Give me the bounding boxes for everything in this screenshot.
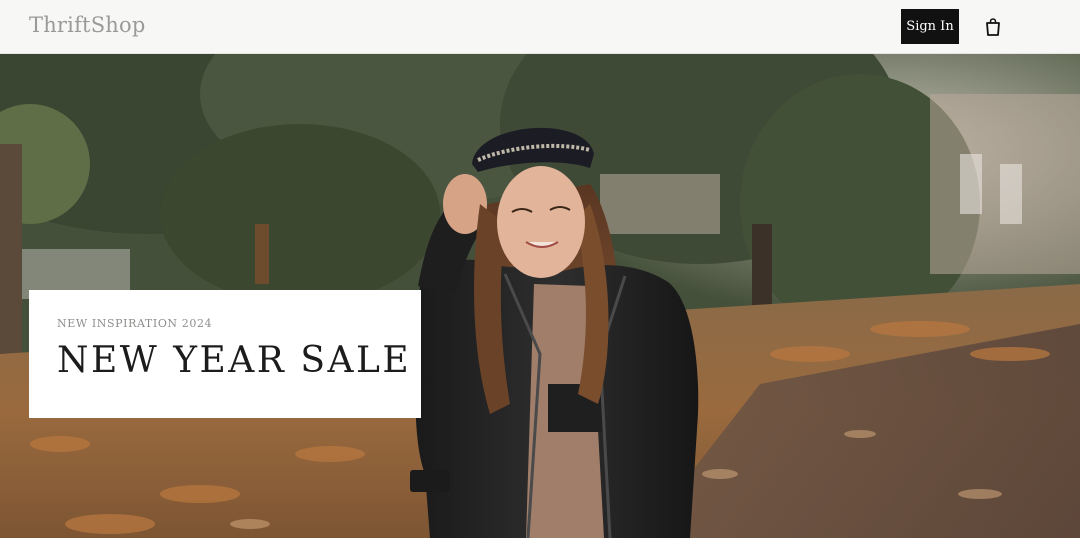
promo-card[interactable]: NEW INSPIRATION 2024 NEW YEAR SALE [29,290,421,418]
shopping-bag-icon[interactable] [984,17,1002,37]
sign-in-button[interactable]: Sign In [901,9,959,44]
promo-kicker: NEW INSPIRATION 2024 [57,317,213,330]
site-header: ThriftShop Sign In [0,0,1080,54]
promo-title: NEW YEAR SALE [57,340,412,381]
hero-banner: NEW INSPIRATION 2024 NEW YEAR SALE [0,54,1080,538]
brand-logo[interactable]: ThriftShop [29,13,146,37]
